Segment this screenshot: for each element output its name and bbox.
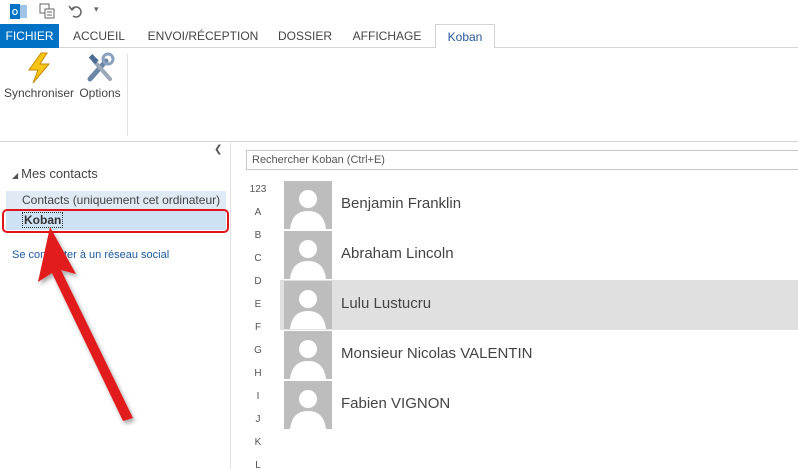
options-label: Options [79,86,121,100]
index-j[interactable]: J [246,413,270,436]
avatar-placeholder-icon [284,231,332,279]
ribbon: Synchroniser Options [0,48,798,142]
svg-text:O: O [12,8,18,17]
contact-name: Benjamin Franklin [341,195,462,212]
index-k[interactable]: K [246,436,270,459]
contact-name: Lulu Lustucru [341,295,432,312]
tools-icon [87,52,115,82]
contact-name: Monsieur Nicolas VALENTIN [341,345,533,362]
contact-name: Abraham Lincoln [341,245,454,262]
contact-card[interactable]: Monsieur Nicolas VALENTIN [280,330,798,380]
contact-name: Fabien VIGNON [341,395,451,412]
sync-label: Synchroniser [4,86,75,100]
index-d[interactable]: D [246,275,270,298]
customize-qat-icon[interactable]: ▾ [94,4,99,15]
my-contacts-label: Mes contacts [21,166,98,181]
tab-dossier[interactable]: DOSSIER [274,24,336,48]
folder-contacts-local[interactable]: Contacts (uniquement cet ordinateur) [6,191,226,209]
avatar-placeholder-icon [284,381,332,429]
index-i[interactable]: I [246,390,270,413]
social-network-link[interactable]: Se connecter à un réseau social [12,249,169,261]
quick-access-toolbar: O ▾ [0,0,798,24]
search-input[interactable]: Rechercher Koban (Ctrl+E) [246,150,798,170]
avatar-placeholder-icon [284,331,332,379]
contact-card[interactable]: Abraham Lincoln [280,230,798,280]
expand-triangle-icon[interactable]: ◢ [12,171,18,180]
ribbon-separator [127,54,128,136]
index-b[interactable]: B [246,229,270,252]
outlook-icon[interactable]: O [10,3,27,20]
index-f[interactable]: F [246,321,270,344]
options-button[interactable]: Options [76,52,124,100]
index-h[interactable]: H [246,367,270,390]
send-receive-icon[interactable] [39,3,55,19]
index-e[interactable]: E [246,298,270,321]
index-g[interactable]: G [246,344,270,367]
index-l[interactable]: L [246,459,270,469]
tab-accueil[interactable]: ACCUEIL [68,24,130,48]
annotation-highlight-box [2,209,229,233]
alphabet-index: 123 A B C D E F G H I J K L [246,183,270,469]
tab-envoi-reception[interactable]: ENVOI/RÉCEPTION [142,24,264,48]
contact-card[interactable]: Benjamin Franklin [280,180,798,230]
sync-button[interactable]: Synchroniser [4,52,74,100]
undo-icon[interactable] [68,3,84,19]
index-a[interactable]: A [246,206,270,229]
tab-affichage[interactable]: AFFICHAGE [346,24,428,48]
ribbon-tabs: FICHIER ACCUEIL ENVOI/RÉCEPTION DOSSIER … [0,24,798,49]
avatar-placeholder-icon [284,181,332,229]
index-c[interactable]: C [246,252,270,275]
index-123[interactable]: 123 [246,183,270,206]
folder-pane: ❮ ◢ Mes contacts Contacts (uniquement cet… [0,143,231,469]
my-contacts-header[interactable]: ◢ Mes contacts [12,166,98,181]
tab-koban[interactable]: Koban [435,24,495,49]
avatar-placeholder-icon [284,281,332,329]
contact-card-selected[interactable]: Lulu Lustucru [280,280,798,330]
collapse-pane-icon[interactable]: ❮ [214,144,222,155]
lightning-icon [28,52,51,84]
contact-card[interactable]: Fabien VIGNON [280,380,798,430]
tab-fichier[interactable]: FICHIER [0,24,59,48]
